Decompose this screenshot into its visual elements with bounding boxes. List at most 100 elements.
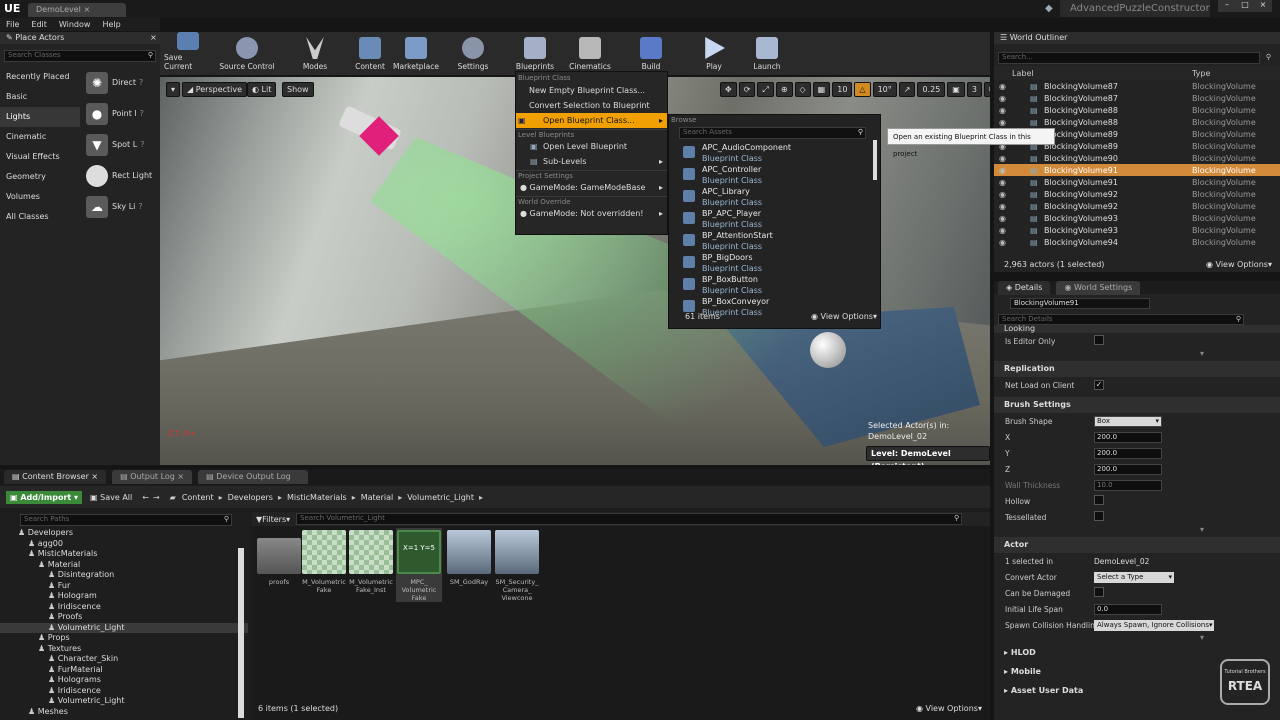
translate-icon[interactable]: ✥ (720, 81, 737, 97)
tree-folder[interactable]: ♟ Material (0, 560, 248, 571)
menu-open-level-blueprint[interactable]: ▣ Open Level Blueprint (516, 139, 667, 154)
visibility-eye-icon[interactable]: ◉ (999, 154, 1011, 163)
category-volumes[interactable]: Volumes (0, 187, 80, 207)
outliner-row[interactable]: ◉ ▤ BlockingVolume94 BlockingVolume (994, 236, 1280, 248)
actor-spot-light[interactable]: ▼ Spot L? (82, 129, 160, 160)
tree-folder[interactable]: ♟ Meshes (0, 707, 248, 718)
asset-folder-proofs[interactable]: proofs (256, 530, 302, 586)
actor-rect-light[interactable]: Rect Light (82, 160, 160, 191)
surface-snap-icon[interactable]: ◇ (794, 81, 811, 97)
content-button[interactable]: Content (352, 32, 388, 75)
cinematics-button[interactable]: Cinematics (568, 32, 612, 75)
visibility-eye-icon[interactable]: ◉ (999, 238, 1011, 247)
menu-file[interactable]: File (6, 20, 19, 29)
tree-folder[interactable]: ♟ Textures (0, 644, 248, 655)
breadcrumb-volumetric-light[interactable]: Volumetric_Light (407, 493, 474, 502)
spawn-collision-dropdown[interactable]: Always Spawn, Ignore Collisions▾ (1094, 619, 1214, 631)
tree-folder[interactable]: ♟ Props (0, 633, 248, 644)
maximize-viewport-icon[interactable]: ⧉ (983, 81, 990, 97)
menu-window[interactable]: Window (59, 20, 91, 29)
asset-sm-godray[interactable]: SM_GodRay (446, 530, 492, 586)
category-geometry[interactable]: Geometry (0, 167, 80, 187)
actor-sky-light[interactable]: ☁ Sky Li? (82, 191, 160, 222)
camera-speed-icon[interactable]: ▣ (947, 81, 965, 97)
section-looking[interactable]: Looking (994, 325, 1280, 333)
expand-icon[interactable]: ▾ (994, 633, 1280, 643)
launch-button[interactable]: Launch (752, 32, 782, 75)
y-field[interactable]: 200.0 (1094, 447, 1162, 459)
col-type[interactable]: Type (1192, 69, 1210, 78)
scale-value[interactable]: 0.25 (917, 81, 946, 97)
net-load-checkbox[interactable]: ✓ (1094, 380, 1104, 390)
back-icon[interactable]: ← (142, 493, 149, 502)
outliner-row[interactable]: ◉ ▤ BlockingVolume93 BlockingVolume (994, 212, 1280, 224)
asset-m-volumetric-fake[interactable]: M_Volumetric Fake (301, 530, 347, 594)
is-editor-only-checkbox[interactable] (1094, 335, 1104, 345)
view-options-button[interactable]: ◉ View Options▾ (811, 312, 877, 321)
asset-view-options[interactable]: ◉ View Options▾ (916, 704, 982, 713)
help-icon[interactable]: ? (140, 109, 144, 118)
help-icon[interactable]: ? (139, 78, 143, 87)
category-cinematic[interactable]: Cinematic (0, 127, 80, 147)
tree-folder[interactable]: ♟ Proofs (0, 612, 248, 623)
visibility-eye-icon[interactable]: ◉ (999, 166, 1011, 175)
outliner-view-options[interactable]: ◉ View Options▾ (1206, 260, 1272, 269)
rotation-snap-icon[interactable]: △ (854, 81, 871, 97)
can-be-damaged-checkbox[interactable] (1094, 587, 1104, 597)
camera-speed-value[interactable]: 3 (966, 81, 982, 97)
life-span-field[interactable]: 0.0 (1094, 603, 1162, 615)
lit-button[interactable]: ◐ Lit (247, 82, 277, 97)
rotation-value[interactable]: 10° (872, 81, 897, 97)
search-assets-field[interactable]: Search Volumetric_Light ⚲ (296, 513, 963, 525)
modes-button[interactable]: Modes (298, 32, 332, 75)
filters-button[interactable]: ▼Filters▾ (256, 515, 290, 524)
details-search-input[interactable]: Search Details ⚲ (998, 314, 1244, 325)
visibility-eye-icon[interactable]: ◉ (999, 214, 1011, 223)
tree-folder[interactable]: ♟ Disintegration (0, 570, 248, 581)
tree-folder[interactable]: ♟ Fur (0, 581, 248, 592)
menu-help[interactable]: Help (102, 20, 120, 29)
save-all-button[interactable]: ▣ Save All (90, 493, 132, 502)
grid-value[interactable]: 10 (832, 81, 853, 97)
blueprint-asset-item[interactable]: APC_AudioComponent Blueprint Class (669, 143, 880, 165)
tab-details[interactable]: ◈ Details (998, 280, 1051, 295)
outliner-row[interactable]: ◉ ▤ BlockingVolume93 BlockingVolume (994, 224, 1280, 236)
asset-m-volumetric-fake-inst[interactable]: M_Volumetric Fake_Inst (348, 530, 394, 594)
blueprint-asset-item[interactable]: BP_BoxButton Blueprint Class (669, 275, 880, 297)
tree-folder[interactable]: ♟ agg00 (0, 539, 248, 550)
blueprint-asset-item[interactable]: BP_AttentionStart Blueprint Class (669, 231, 880, 253)
viewport-menu-button[interactable]: ▾ (166, 82, 181, 97)
source-control-icon[interactable]: ◆ (1045, 3, 1053, 14)
tree-folder[interactable]: ♟ FurMaterial (0, 665, 248, 676)
category-recently-placed[interactable]: Recently Placed (0, 67, 80, 87)
breadcrumb-misticmaterials[interactable]: MisticMaterials (287, 493, 347, 502)
visibility-eye-icon[interactable]: ◉ (999, 106, 1011, 115)
scrollbar[interactable] (873, 140, 877, 180)
tree-scrollbar[interactable] (238, 548, 244, 718)
visibility-eye-icon[interactable]: ◉ (999, 82, 1011, 91)
show-button[interactable]: Show (282, 82, 314, 97)
actor-point-light[interactable]: ● Point l? (82, 98, 160, 129)
tree-folder[interactable]: ♟ Character_Skin (0, 654, 248, 665)
blueprint-asset-item[interactable]: BP_APC_Player Blueprint Class (669, 209, 880, 231)
outliner-row[interactable]: ◉ ▤ BlockingVolume92 BlockingVolume (994, 188, 1280, 200)
blueprint-asset-item[interactable]: APC_Controller Blueprint Class (669, 165, 880, 187)
visibility-eye-icon[interactable]: ◉ (999, 190, 1011, 199)
search-paths-input[interactable]: Search Paths ⚲ (20, 514, 232, 526)
grid-snap-icon[interactable]: ▦ (812, 81, 831, 97)
marketplace-button[interactable]: Marketplace (392, 32, 440, 75)
close-panel-icon[interactable]: × (150, 32, 157, 44)
close-tab-icon[interactable]: × (83, 5, 90, 14)
blueprint-asset-item[interactable]: BP_BigDoors Blueprint Class (669, 253, 880, 275)
blueprints-button[interactable]: Blueprints (514, 32, 556, 75)
asset-mpc-volumetric-fake[interactable]: X=1 Y=5 MPC_ Volumetric Fake (396, 528, 442, 602)
col-label[interactable]: Label (1012, 69, 1034, 78)
add-import-button[interactable]: ▣ Add/Import ▾ (6, 490, 83, 504)
tree-folder[interactable]: ♟ Holograms (0, 675, 248, 686)
tree-folder[interactable]: ♟ Developers (0, 528, 248, 539)
section-actor[interactable]: Actor (994, 537, 1280, 553)
visibility-eye-icon[interactable]: ◉ (999, 178, 1011, 187)
tree-folder[interactable]: ♟ Volumetric_Light (0, 696, 248, 707)
actor-directional-light[interactable]: ✺ Direct? (82, 67, 160, 98)
brush-shape-dropdown[interactable]: Box ▾ (1094, 415, 1162, 427)
